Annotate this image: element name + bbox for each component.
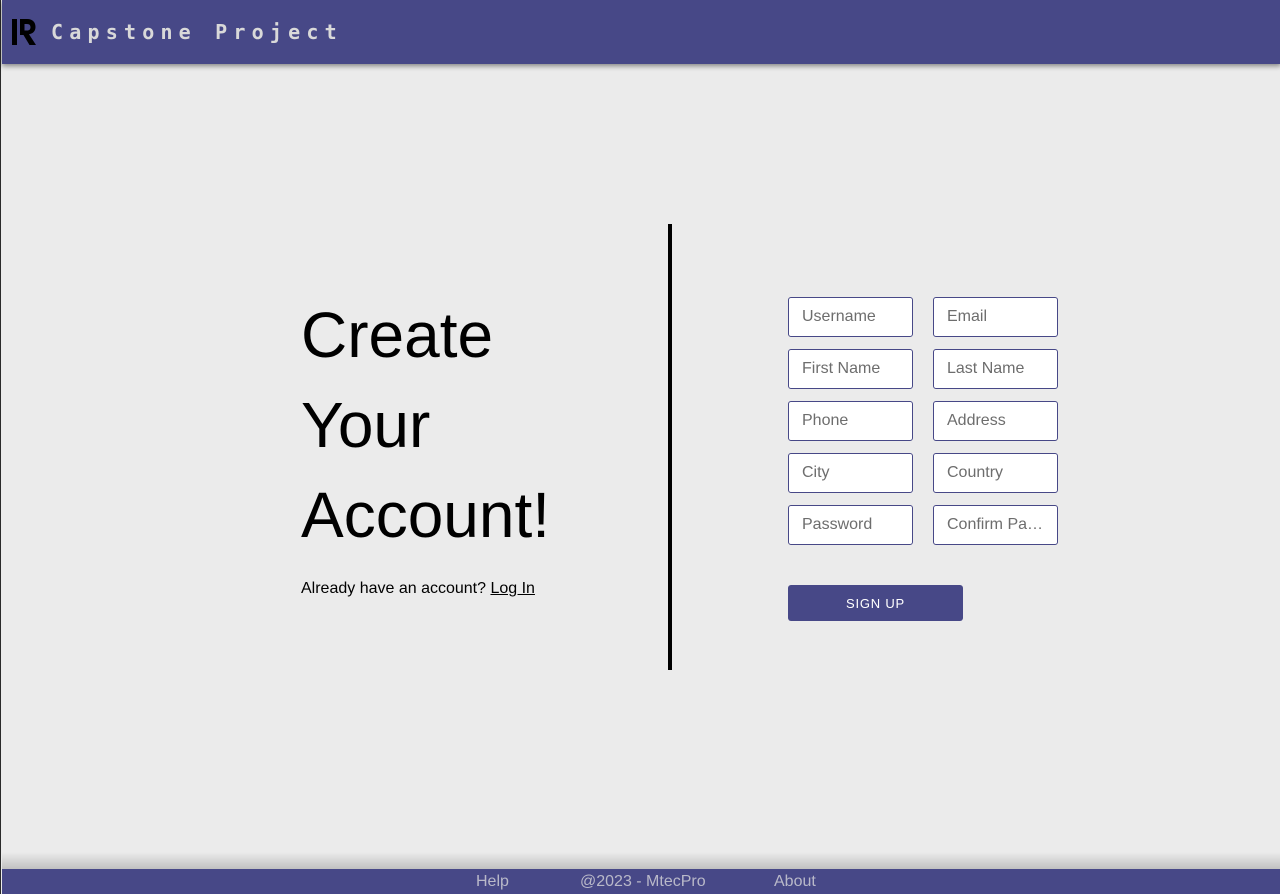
footer-help-link[interactable]: Help — [476, 872, 509, 892]
login-prompt: Already have an account? Log In — [301, 578, 535, 600]
login-prompt-text: Already have an account? — [301, 580, 487, 597]
address-field[interactable] — [933, 401, 1058, 441]
country-field[interactable] — [933, 453, 1058, 493]
email-field[interactable] — [933, 297, 1058, 337]
headline-line-2: Your — [301, 389, 431, 461]
sign-up-button[interactable]: SIGN UP — [788, 585, 963, 621]
login-link[interactable]: Log In — [490, 580, 534, 597]
vertical-divider — [668, 224, 672, 670]
footer-copyright: @2023 - MtecPro — [580, 873, 706, 890]
password-field[interactable] — [788, 505, 913, 545]
footer-shadow — [2, 852, 1280, 869]
first-name-field[interactable] — [788, 349, 913, 389]
confirm-password-field[interactable] — [933, 505, 1058, 545]
headline-line-1: Create — [301, 299, 494, 371]
phone-field[interactable] — [788, 401, 913, 441]
footer-bar: Help @2023 - MtecPro About — [2, 869, 1280, 894]
page-frame: Capstone Project Create Your Account! Al… — [0, 0, 1280, 894]
username-field[interactable] — [788, 297, 913, 337]
page-headline: Create Your Account! — [301, 290, 641, 560]
last-name-field[interactable] — [933, 349, 1058, 389]
footer-about-link[interactable]: About — [774, 872, 816, 892]
city-field[interactable] — [788, 453, 913, 493]
top-navbar: Capstone Project — [2, 0, 1280, 64]
brand-title[interactable]: Capstone Project — [51, 19, 343, 45]
r-logo-icon[interactable] — [11, 18, 37, 46]
headline-line-3: Account! — [301, 479, 551, 551]
